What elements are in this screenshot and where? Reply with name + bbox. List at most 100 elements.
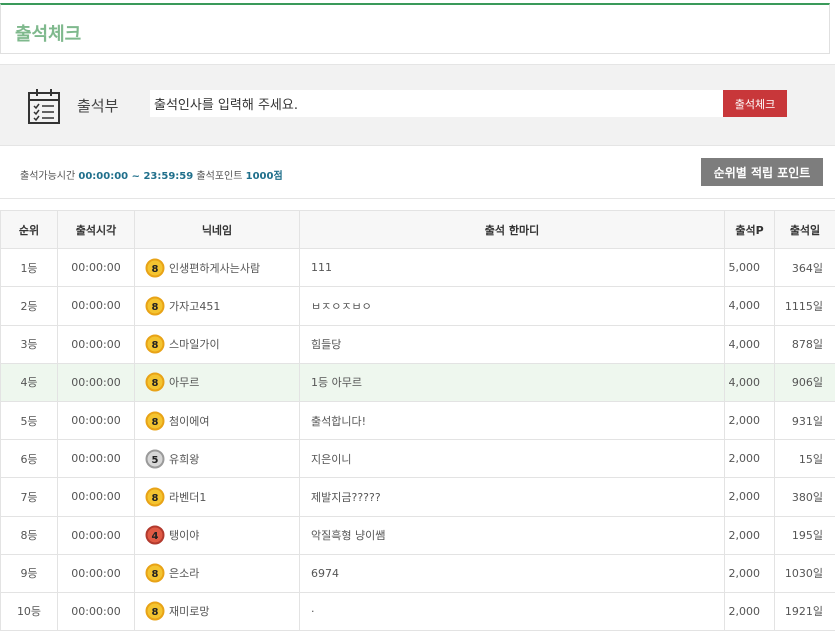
points-cell: 2,000 [724, 553, 775, 593]
table-row: 2등 00:00:00 8 가자고451 ㅂㅈㅇㅈㅂㅇ 4,000 1115일 [0, 286, 835, 326]
table-row: 4등 00:00:00 8 아무르 1등 아무르 4,000 906일 [0, 362, 835, 402]
level-badge-number: 8 [152, 569, 159, 580]
nickname-cell[interactable]: 8 가자고451 [134, 286, 300, 326]
points-cell: 4,000 [724, 286, 775, 326]
nickname-cell[interactable]: 5 유희왕 [134, 439, 300, 479]
level-badge-number: 8 [152, 340, 159, 351]
level-badge-number: 8 [152, 264, 159, 275]
time-cell: 00:00:00 [57, 591, 135, 632]
message-cell: 출석합니다! [299, 400, 725, 441]
level-badge-icon: 8 [145, 411, 165, 431]
header-message: 출석 한마디 [299, 209, 725, 250]
message-cell: 악질흑형 냥이쌤 [299, 515, 725, 555]
header-rank: 순위 [0, 209, 58, 250]
table-row: 1등 00:00:00 8 인생편하게사는사람 111 5,000 364일 [0, 248, 835, 288]
rank-cell: 10등 [0, 591, 58, 632]
days-cell: 364일 [774, 248, 835, 288]
level-badge-number: 5 [152, 455, 159, 466]
days-cell: 380일 [774, 477, 835, 517]
level-badge-icon: 8 [145, 563, 165, 583]
message-cell: 111 [299, 248, 725, 288]
message-cell: 제발지금????? [299, 477, 725, 517]
nickname-cell[interactable]: 8 첨이에여 [134, 400, 300, 441]
points-cell: 2,000 [724, 591, 775, 632]
days-cell: 878일 [774, 324, 835, 364]
time-value: 00:00:00 ~ 23:59:59 [78, 171, 194, 182]
level-badge-number: 8 [152, 417, 159, 428]
level-badge-icon: 4 [145, 525, 165, 545]
points-cell: 2,000 [724, 400, 775, 441]
table-row: 6등 00:00:00 5 유희왕 지은이니 2,000 15일 [0, 439, 835, 479]
time-cell: 00:00:00 [57, 515, 135, 555]
table-row: 3등 00:00:00 8 스마일가이 힘들당 4,000 878일 [0, 324, 835, 364]
nickname-cell[interactable]: 8 아무르 [134, 362, 300, 402]
level-badge-icon: 8 [145, 601, 165, 621]
nickname-text[interactable]: 첨이에여 [169, 415, 209, 428]
rank-cell: 9등 [0, 553, 58, 593]
level-badge-number: 4 [152, 531, 159, 542]
nickname-text[interactable]: 가자고451 [169, 300, 220, 313]
points-cell: 2,000 [724, 515, 775, 555]
attendance-info-row: 출석가능시간 00:00:00 ~ 23:59:59 출석포인트 1000점 순… [0, 147, 835, 199]
header-nickname: 닉네임 [134, 209, 300, 250]
nickname-text[interactable]: 재미로망 [169, 605, 209, 618]
nickname-text[interactable]: 라벤더1 [169, 491, 206, 504]
message-cell: 지은이니 [299, 439, 725, 479]
page-title: 출석체크 [15, 24, 82, 45]
level-badge-number: 8 [152, 378, 159, 389]
attendance-check-button[interactable]: 출석체크 [723, 90, 787, 117]
nickname-text[interactable]: 아무르 [169, 376, 199, 389]
message-cell: 힘들당 [299, 324, 725, 364]
nickname-cell[interactable]: 8 은소라 [134, 553, 300, 593]
nickname-text[interactable]: 유희왕 [169, 453, 199, 466]
points-cell: 4,000 [724, 362, 775, 402]
rank-cell: 5등 [0, 400, 58, 441]
days-cell: 195일 [774, 515, 835, 555]
time-cell: 00:00:00 [57, 477, 135, 517]
nickname-cell[interactable]: 8 라벤더1 [134, 477, 300, 517]
rank-cell: 8등 [0, 515, 58, 555]
rank-cell: 3등 [0, 324, 58, 364]
nickname-cell[interactable]: 4 탱이야 [134, 515, 300, 555]
points-cell: 2,000 [724, 439, 775, 479]
nickname-cell[interactable]: 8 스마일가이 [134, 324, 300, 364]
nickname-text[interactable]: 인생편하게사는사람 [169, 262, 260, 275]
rank-cell: 6등 [0, 439, 58, 479]
days-cell: 931일 [774, 400, 835, 441]
level-badge-icon: 8 [145, 372, 165, 392]
table-row: 7등 00:00:00 8 라벤더1 제발지금????? 2,000 380일 [0, 477, 835, 517]
level-badge-number: 8 [152, 493, 159, 504]
level-badge-number: 8 [152, 607, 159, 618]
rank-cell: 4등 [0, 362, 58, 402]
time-cell: 00:00:00 [57, 400, 135, 441]
time-cell: 00:00:00 [57, 286, 135, 326]
nickname-text[interactable]: 탱이야 [169, 529, 199, 542]
nickname-cell[interactable]: 8 재미로망 [134, 591, 300, 632]
page-title-bar: 출석체크 [0, 3, 830, 54]
header-days: 출석일 [774, 209, 835, 250]
level-badge-icon: 8 [145, 258, 165, 278]
table-header-row: 순위 출석시각 닉네임 출석 한마디 출석P 출석일 [0, 209, 835, 250]
days-cell: 1115일 [774, 286, 835, 326]
nickname-text[interactable]: 은소라 [169, 567, 199, 580]
level-badge-icon: 8 [145, 487, 165, 507]
days-cell: 906일 [774, 362, 835, 402]
calendar-icon [28, 89, 60, 124]
message-cell: 1등 아무르 [299, 362, 725, 402]
message-cell: ㅂㅈㅇㅈㅂㅇ [299, 286, 725, 326]
points-cell: 4,000 [724, 324, 775, 364]
days-cell: 15일 [774, 439, 835, 479]
nickname-cell[interactable]: 8 인생편하게사는사람 [134, 248, 300, 288]
time-label: 출석가능시간 [20, 171, 76, 182]
attendance-table: 순위 출석시각 닉네임 출석 한마디 출석P 출석일 1등 00:00:00 8 인생… [0, 209, 835, 632]
table-row: 8등 00:00:00 4 탱이야 악질흑형 냥이쌤 2,000 195일 [0, 515, 835, 555]
time-cell: 00:00:00 [57, 362, 135, 402]
rank-cell: 7등 [0, 477, 58, 517]
nickname-text[interactable]: 스마일가이 [169, 338, 220, 351]
level-badge-icon: 8 [145, 334, 165, 354]
message-cell: 6974 [299, 553, 725, 593]
table-row: 9등 00:00:00 8 은소라 6974 2,000 1030일 [0, 553, 835, 593]
points-cell: 5,000 [724, 248, 775, 288]
rank-points-button[interactable]: 순위별 적립 포인트 [701, 158, 823, 186]
greeting-input[interactable] [150, 90, 723, 117]
